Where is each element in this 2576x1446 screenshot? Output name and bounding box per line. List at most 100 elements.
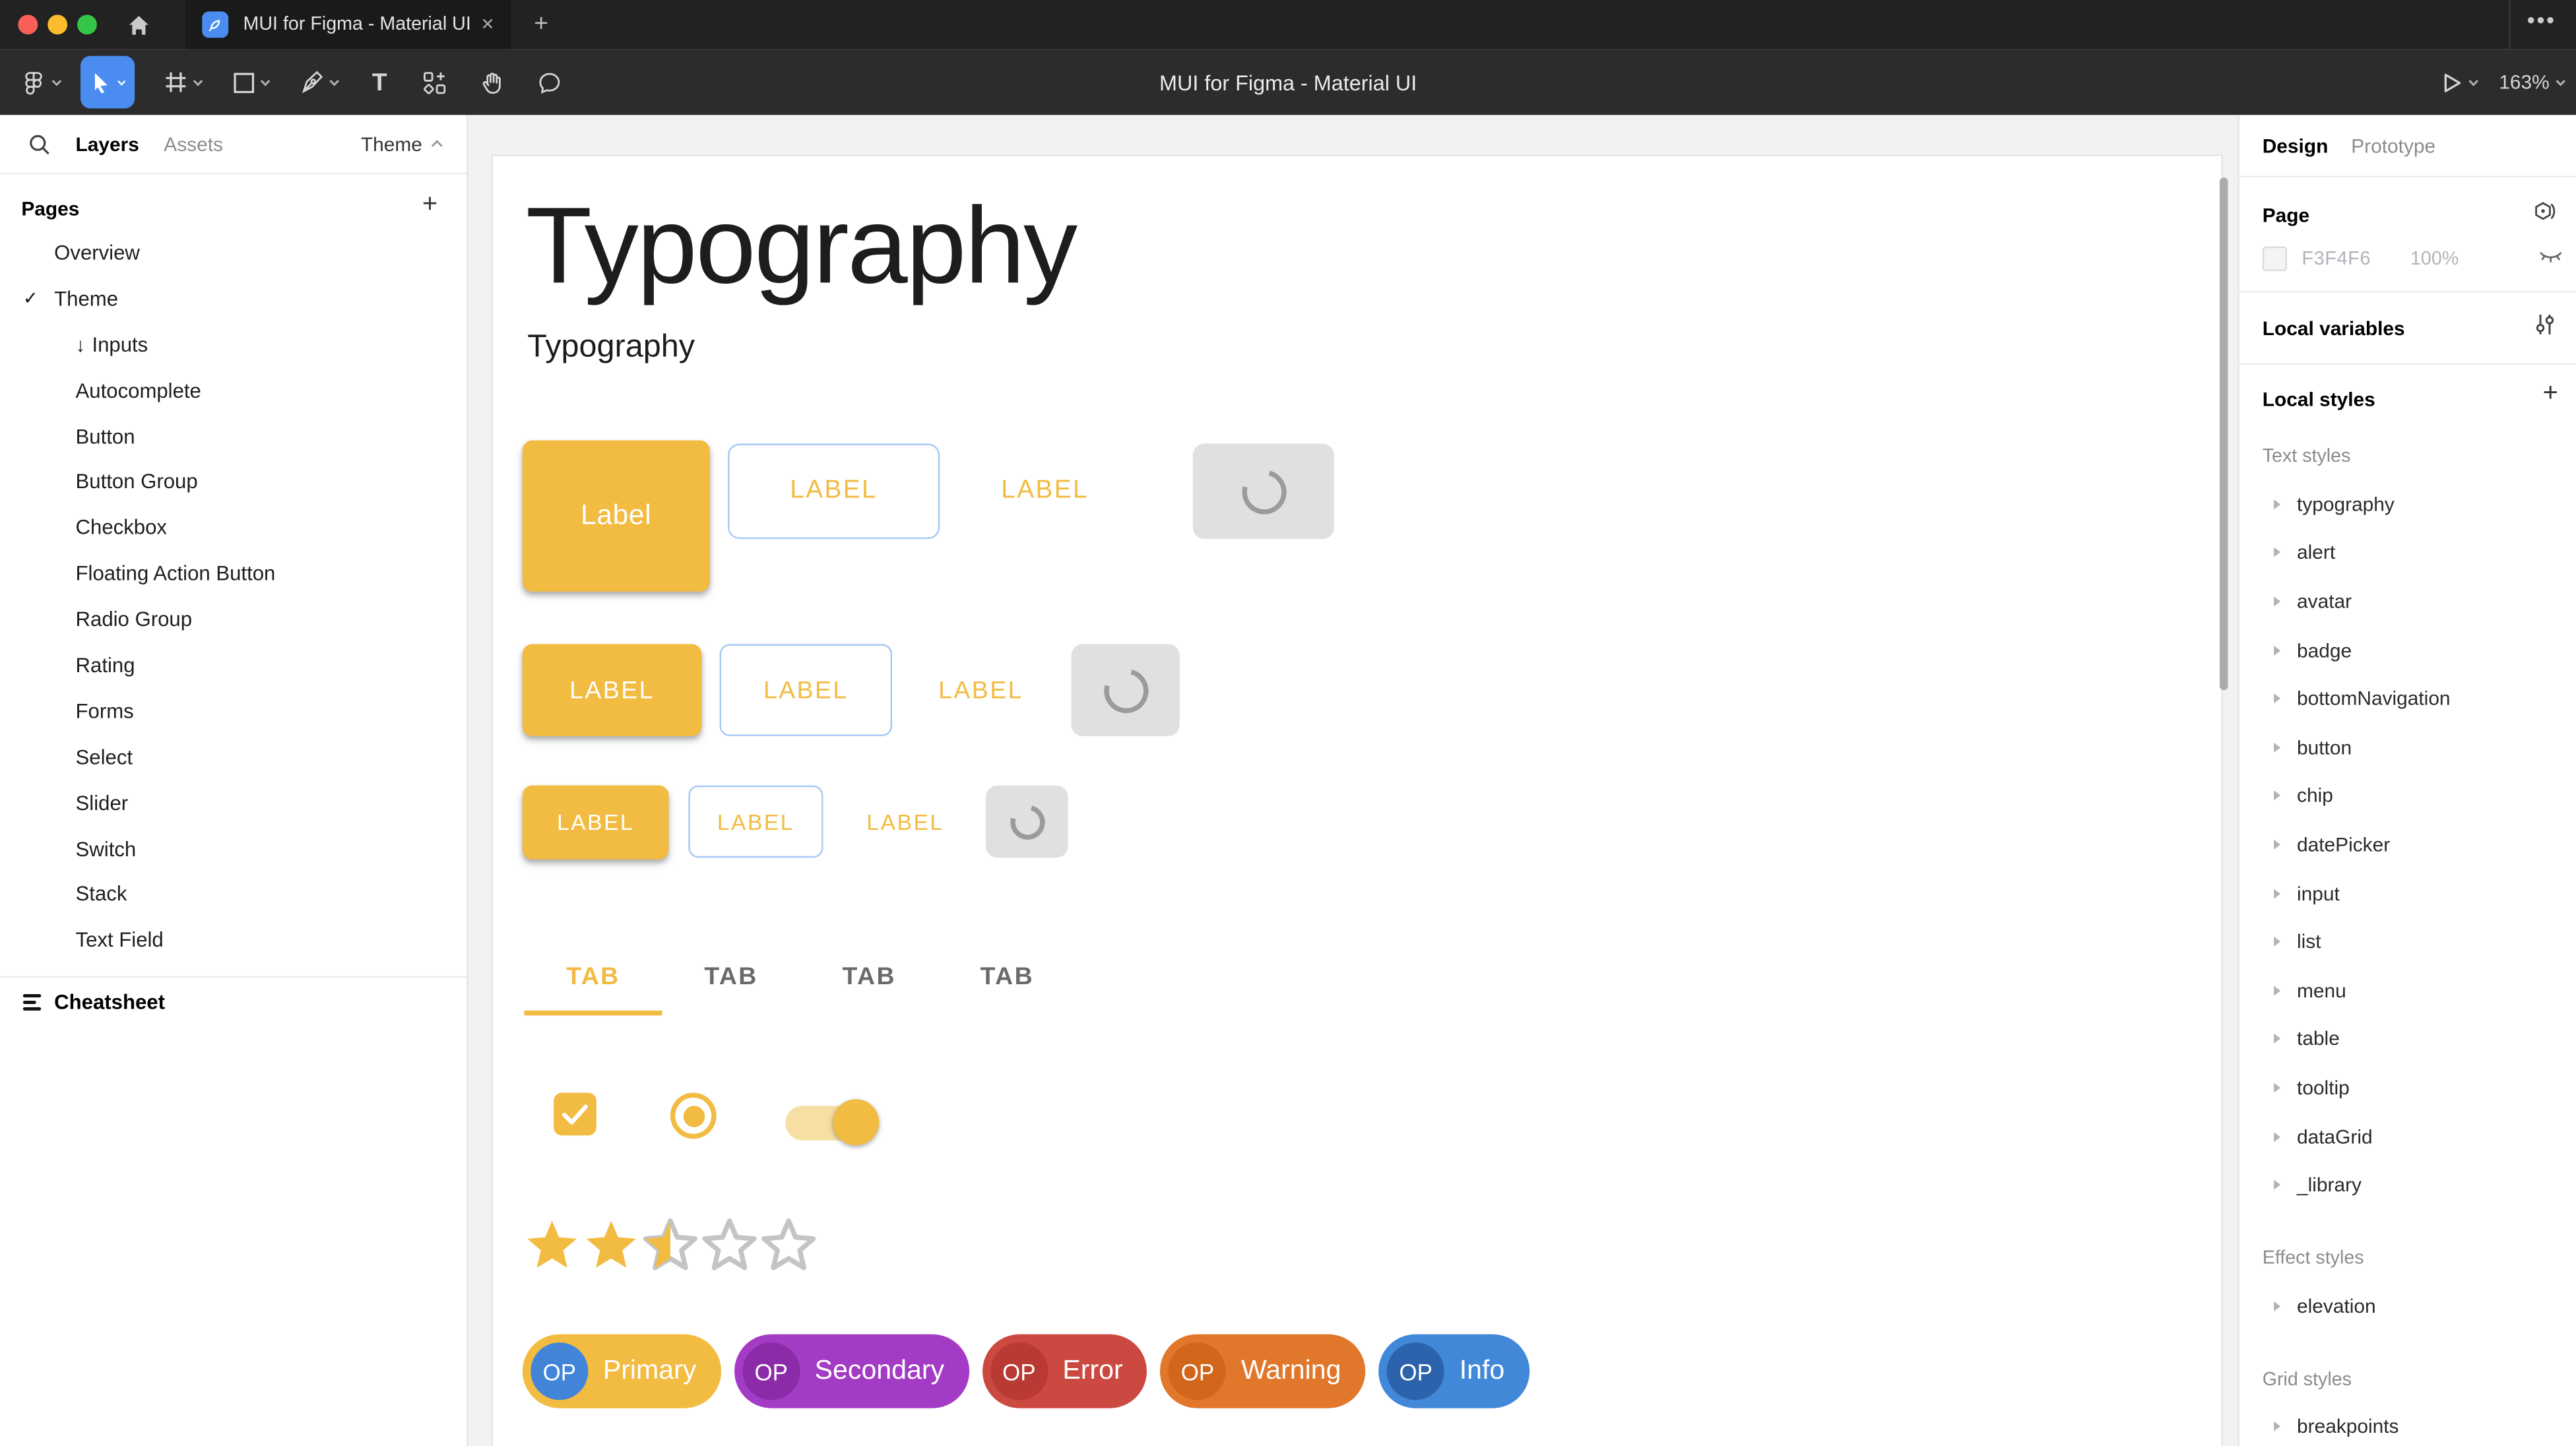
chip-error[interactable]: OPError [982,1335,1147,1408]
text-button-large[interactable]: LABEL [984,444,1106,539]
sidebar-page-stack[interactable]: Stack [0,871,467,917]
style-item-elevation[interactable]: elevation [2239,1282,2576,1331]
present-button[interactable] [2441,49,2479,115]
canvas-tab-3[interactable]: TAB [800,937,938,1016]
star-empty-icon[interactable] [759,1216,818,1275]
window-zoom-button[interactable] [77,15,97,34]
disclosure-triangle-icon[interactable] [2274,937,2280,947]
star-filled-icon[interactable] [523,1216,582,1275]
hidden-eye-icon[interactable] [2538,248,2563,266]
tab-assets[interactable]: Assets [164,133,223,156]
window-minimize-button[interactable] [48,15,67,34]
tab-close-icon[interactable]: ✕ [481,16,495,34]
style-item-typography[interactable]: typography [2239,480,2576,528]
typography-frame[interactable]: Typography Typography Label LABEL LABEL … [493,156,2221,1446]
switch-thumb[interactable] [833,1099,879,1145]
document-tab[interactable]: MUI for Figma - Material UI ✕ [185,0,511,49]
overflow-menu-icon[interactable]: ••• [2527,7,2556,33]
disclosure-triangle-icon[interactable] [2274,840,2280,850]
canvas-subheading[interactable]: Typography [527,329,695,366]
sidebar-page-rating[interactable]: Rating [0,643,467,688]
sidebar-page-floating-action-button[interactable]: Floating Action Button [0,551,467,596]
style-item-tooltip[interactable]: tooltip [2239,1063,2576,1112]
text-button-small[interactable]: LABEL [861,786,950,858]
page-fill-opacity[interactable]: 100% [2410,249,2459,268]
sidebar-page-switch[interactable]: Switch [0,826,467,871]
style-item-list[interactable]: list [2239,918,2576,966]
outlined-button-medium[interactable]: LABEL [720,644,892,736]
outlined-button-small[interactable]: LABEL [688,786,823,858]
checkbox-checked[interactable] [554,1092,596,1135]
page-color-swatch[interactable] [2263,247,2287,271]
star-half-icon[interactable] [641,1216,700,1275]
disclosure-triangle-icon[interactable] [2274,888,2280,898]
disclosure-triangle-icon[interactable] [2274,596,2280,606]
disclosure-triangle-icon[interactable] [2274,1083,2280,1092]
disclosure-triangle-icon[interactable] [2274,1131,2280,1141]
star-empty-icon[interactable] [700,1216,759,1275]
canvas-tab-2[interactable]: TAB [662,937,800,1016]
canvas-tab-4[interactable]: TAB [938,937,1076,1016]
disclosure-triangle-icon[interactable] [2274,1301,2280,1311]
sidebar-page-button[interactable]: Button [0,414,467,459]
loading-button-small[interactable] [986,786,1068,858]
loading-button-medium[interactable] [1071,644,1179,736]
style-item-breakpoints[interactable]: breakpoints [2239,1402,2576,1446]
disclosure-triangle-icon[interactable] [2274,645,2280,655]
sidebar-item-cheatsheet[interactable]: Cheatsheet [0,978,467,1025]
disclosure-triangle-icon[interactable] [2274,1180,2280,1190]
disclosure-triangle-icon[interactable] [2274,986,2280,995]
switch-on[interactable] [785,1106,877,1140]
add-style-button[interactable]: + [2543,379,2558,409]
canvas-heading[interactable]: Typography [526,182,1076,307]
window-close-button[interactable] [18,15,38,34]
search-button[interactable] [28,133,51,156]
style-item-avatar[interactable]: avatar [2239,577,2576,626]
zoom-level-control[interactable]: 163% [2499,49,2565,115]
sidebar-page-slider[interactable]: Slider [0,780,467,825]
page-color-hex[interactable]: F3F4F6 [2302,249,2371,268]
new-tab-button[interactable]: + [534,10,548,38]
style-item-_library[interactable]: _library [2239,1160,2576,1209]
disclosure-triangle-icon[interactable] [2274,694,2280,704]
tab-design[interactable]: Design [2263,134,2329,157]
style-item-table[interactable]: table [2239,1015,2576,1063]
canvas-tab-1[interactable]: TAB [524,937,662,1016]
disclosure-triangle-icon[interactable] [2274,791,2280,801]
document-title[interactable]: MUI for Figma - Material UI [0,49,2576,115]
contained-button-large[interactable]: Label [523,441,710,592]
styles-library-icon[interactable] [2532,201,2556,225]
disclosure-triangle-icon[interactable] [2274,499,2280,509]
style-item-dataGrid[interactable]: dataGrid [2239,1112,2576,1161]
contained-button-medium[interactable]: LABEL [523,644,701,736]
style-item-alert[interactable]: alert [2239,528,2576,577]
disclosure-triangle-icon[interactable] [2274,1034,2280,1044]
chip-info[interactable]: OPInfo [1379,1335,1530,1408]
disclosure-triangle-icon[interactable] [2274,1422,2280,1431]
sidebar-page-overview[interactable]: Overview [0,230,467,276]
style-item-button[interactable]: button [2239,723,2576,772]
style-item-bottomNavigation[interactable]: bottomNavigation [2239,674,2576,723]
style-item-badge[interactable]: badge [2239,625,2576,674]
loading-button-large[interactable] [1193,444,1334,539]
canvas-scrollbar-thumb[interactable] [2220,177,2228,690]
sidebar-page-text-field[interactable]: Text Field [0,918,467,963]
style-item-chip[interactable]: chip [2239,772,2576,821]
tab-prototype[interactable]: Prototype [2351,134,2435,157]
local-variables-section[interactable]: Local variables [2239,292,2576,365]
disclosure-triangle-icon[interactable] [2274,742,2280,752]
sidebar-page-inputs[interactable]: ↓Inputs [0,322,467,367]
style-item-datePicker[interactable]: datePicker [2239,820,2576,869]
radio-button-selected[interactable] [670,1092,717,1139]
sidebar-page-forms[interactable]: Forms [0,688,467,734]
canvas-area[interactable]: Typography Typography Label LABEL LABEL … [468,115,2238,1446]
sidebar-page-autocomplete[interactable]: Autocomplete [0,367,467,413]
chip-warning[interactable]: OPWarning [1161,1335,1366,1408]
style-item-menu[interactable]: menu [2239,966,2576,1015]
tab-layers[interactable]: Layers [76,133,139,156]
page-fill-row[interactable]: F3F4F6 100% [2263,247,2459,271]
sidebar-page-radio-group[interactable]: Radio Group [0,597,467,643]
variables-adjust-icon[interactable] [2534,312,2557,336]
sidebar-page-theme[interactable]: ✓Theme [0,276,467,321]
outlined-button-large[interactable]: LABEL [728,444,940,539]
